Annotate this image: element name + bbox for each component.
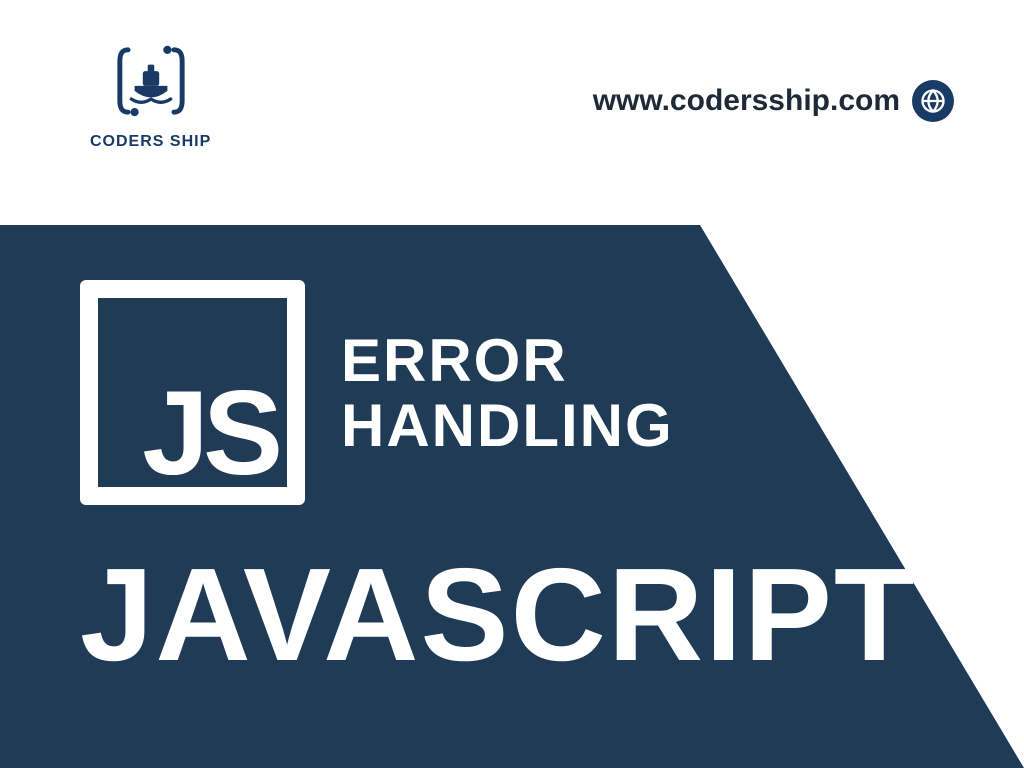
- website-url: www.codersship.com: [593, 84, 900, 118]
- website-url-block: www.codersship.com: [593, 80, 954, 122]
- banner: JS ERROR HANDLING JAVASCRIPT: [0, 225, 1024, 768]
- globe-icon: [912, 80, 954, 122]
- js-badge: JS: [80, 280, 305, 505]
- headline-line-1: ERROR: [341, 329, 674, 392]
- banner-top-row: JS ERROR HANDLING: [80, 280, 1024, 505]
- js-badge-letters: JS: [142, 385, 277, 481]
- headline-line-2: HANDLING: [341, 394, 674, 457]
- banner-content: JS ERROR HANDLING JAVASCRIPT: [80, 280, 1024, 768]
- page-canvas: CODERS SHIP www.codersship.com JS ERROR …: [0, 0, 1024, 768]
- brand-name: CODERS SHIP: [90, 133, 211, 151]
- headline: ERROR HANDLING: [341, 329, 674, 457]
- main-title: JAVASCRIPT: [80, 539, 1024, 690]
- ship-logo-icon: [110, 40, 192, 127]
- brand-logo-block: CODERS SHIP: [90, 40, 211, 151]
